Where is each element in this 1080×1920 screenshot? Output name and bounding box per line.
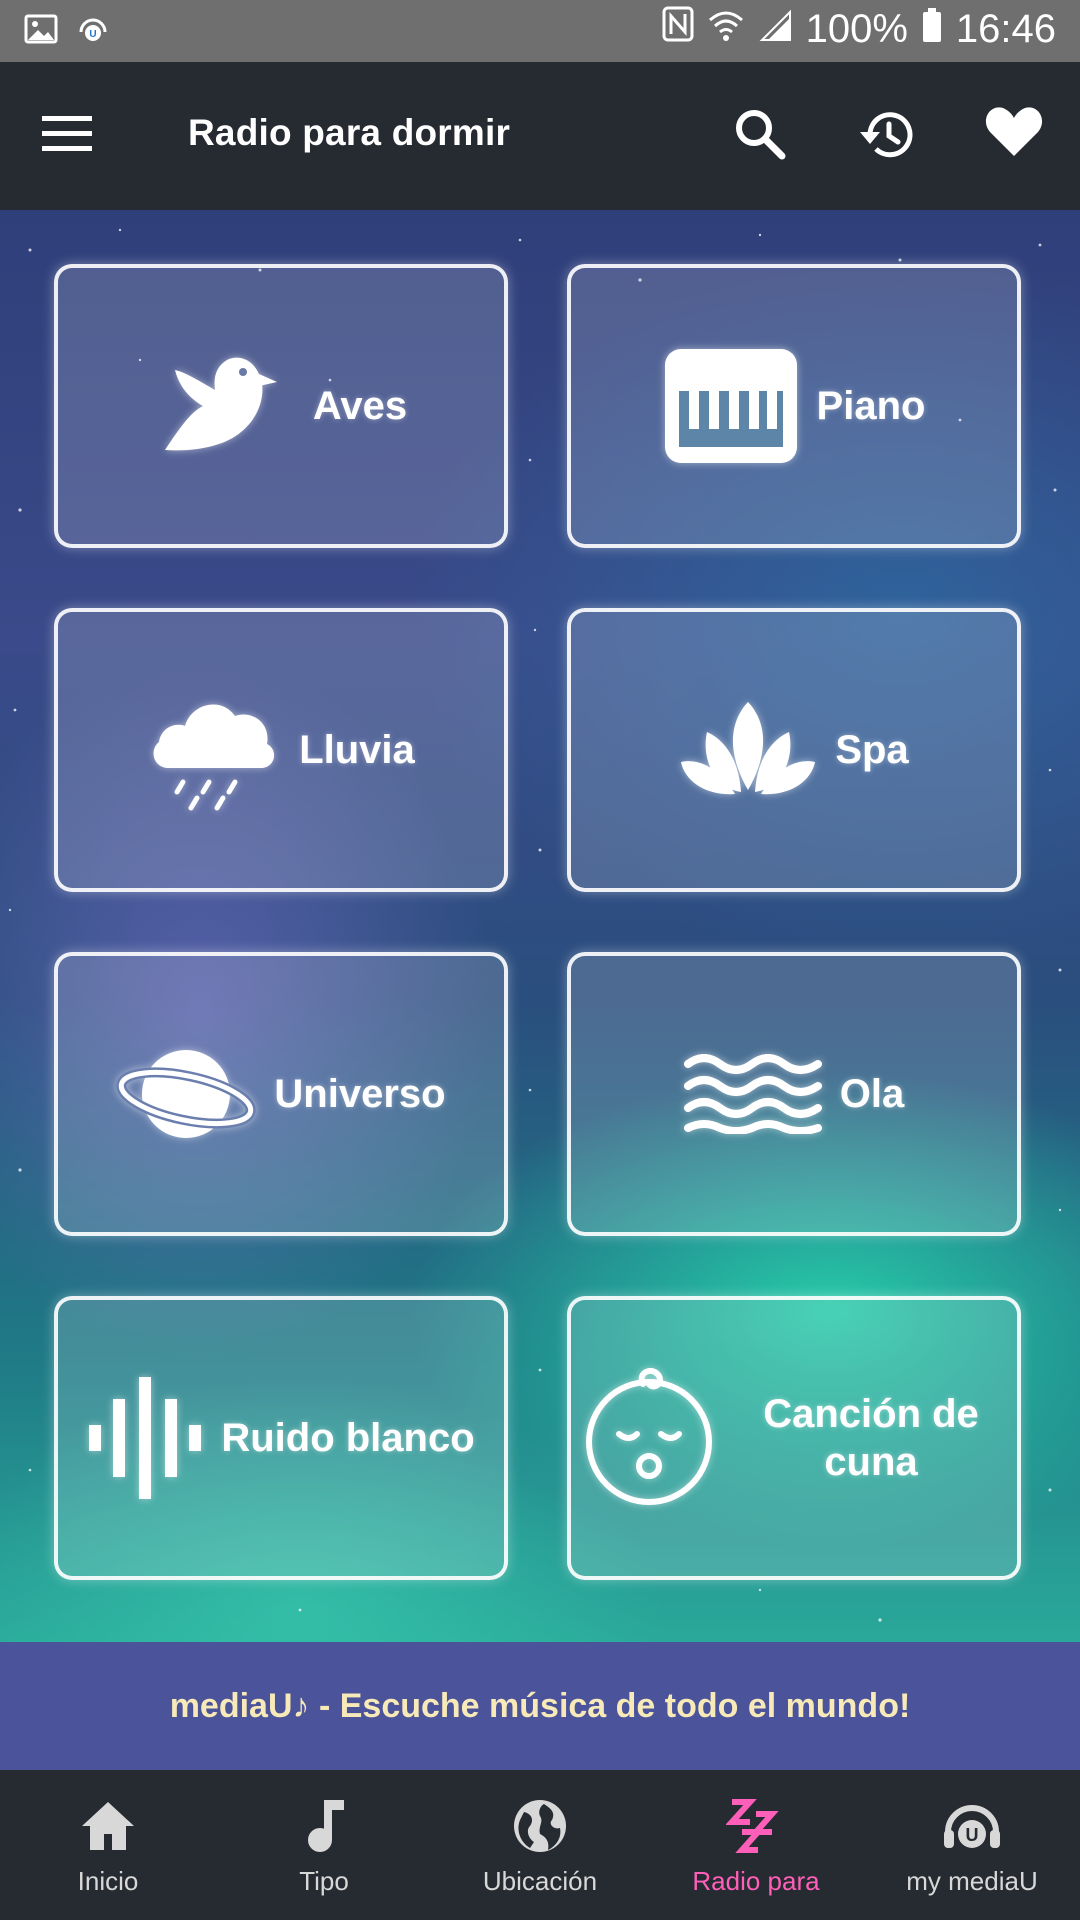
nav-item-my-mediau[interactable]: U my mediaU bbox=[864, 1770, 1080, 1920]
tile-label: Ola bbox=[839, 1072, 905, 1116]
globe-icon bbox=[514, 1800, 566, 1852]
search-icon bbox=[736, 110, 786, 160]
app-bar: Radio para dormir bbox=[0, 62, 1080, 210]
clock: 16:46 bbox=[955, 6, 1056, 51]
search-button[interactable] bbox=[730, 104, 794, 168]
home-icon bbox=[82, 1802, 134, 1850]
nav-item-label: Inicio bbox=[77, 1866, 139, 1896]
music-note-icon bbox=[308, 1800, 344, 1852]
history-button[interactable] bbox=[856, 104, 920, 168]
wifi-icon bbox=[708, 7, 744, 52]
mediau-notification-icon: U bbox=[76, 12, 110, 51]
tile-cancion-de-cuna[interactable]: Canción de cuna bbox=[567, 1296, 1021, 1580]
planet-icon bbox=[116, 1050, 257, 1138]
tile-spa[interactable]: Spa bbox=[567, 608, 1021, 892]
status-bar: U 100% 16:46 bbox=[0, 0, 1080, 62]
baby-icon bbox=[586, 1368, 712, 1505]
lotus-icon bbox=[681, 702, 816, 795]
nav-item-label: Ubicación bbox=[482, 1866, 598, 1896]
tile-ruido-blanco[interactable]: Ruido blanco bbox=[54, 1296, 508, 1580]
nav-item-ubicacion[interactable]: Ubicación bbox=[432, 1770, 648, 1920]
tile-label: Lluvia bbox=[299, 728, 415, 772]
history-icon bbox=[860, 112, 913, 158]
heart-icon bbox=[985, 107, 1043, 156]
nav-item-inicio[interactable]: Inicio bbox=[0, 1770, 216, 1920]
tile-label: Ruido blanco bbox=[221, 1416, 475, 1460]
image-notification-icon bbox=[24, 14, 58, 49]
sleep-zzz-icon bbox=[726, 1799, 779, 1853]
nav-item-label: Radio para bbox=[692, 1866, 820, 1896]
nfc-icon bbox=[662, 6, 694, 52]
favorites-button[interactable] bbox=[984, 104, 1048, 168]
page-title: Radio para dormir bbox=[188, 112, 511, 153]
svg-text:U: U bbox=[966, 1825, 979, 1845]
waves-icon bbox=[683, 1054, 822, 1134]
tile-aves[interactable]: Aves bbox=[54, 264, 508, 548]
tile-piano[interactable]: Piano bbox=[567, 264, 1021, 548]
tile-lluvia[interactable]: Lluvia bbox=[54, 608, 508, 892]
headphones-icon: U bbox=[944, 1805, 1000, 1848]
rain-cloud-icon bbox=[153, 704, 275, 811]
promo-banner-text: mediaU♪ - Escuche música de todo el mund… bbox=[169, 1686, 911, 1725]
tile-label: Canción de cuna bbox=[763, 1392, 979, 1484]
bird-icon bbox=[164, 357, 277, 451]
svg-text:U: U bbox=[89, 29, 96, 40]
battery-icon bbox=[922, 7, 942, 52]
nav-item-tipo[interactable]: Tipo bbox=[216, 1770, 432, 1920]
tile-label: Spa bbox=[835, 728, 909, 772]
bottom-nav: Inicio Tipo Ubicación Radio para U my me… bbox=[0, 1770, 1080, 1920]
tile-label: Aves bbox=[312, 384, 408, 428]
tile-universo[interactable]: Universo bbox=[54, 952, 508, 1236]
menu-button[interactable] bbox=[42, 114, 102, 160]
menu-icon bbox=[42, 116, 92, 151]
piano-icon bbox=[664, 349, 797, 463]
nav-item-label: Tipo bbox=[299, 1866, 349, 1896]
tile-label: Universo bbox=[274, 1072, 446, 1116]
nav-item-radio-para[interactable]: Radio para bbox=[648, 1770, 864, 1920]
sound-wave-icon bbox=[89, 1377, 202, 1499]
promo-banner[interactable]: mediaU♪ - Escuche música de todo el mund… bbox=[0, 1642, 1080, 1770]
tile-label: Piano bbox=[816, 384, 926, 428]
tile-ola[interactable]: Ola bbox=[567, 952, 1021, 1236]
battery-percent: 100% bbox=[805, 6, 908, 51]
signal-icon bbox=[758, 7, 792, 52]
sleep-categories-panel: Aves Piano Lluvia Spa Universo Ola Ruido… bbox=[0, 210, 1080, 1642]
nav-item-label: my mediaU bbox=[906, 1866, 1038, 1896]
